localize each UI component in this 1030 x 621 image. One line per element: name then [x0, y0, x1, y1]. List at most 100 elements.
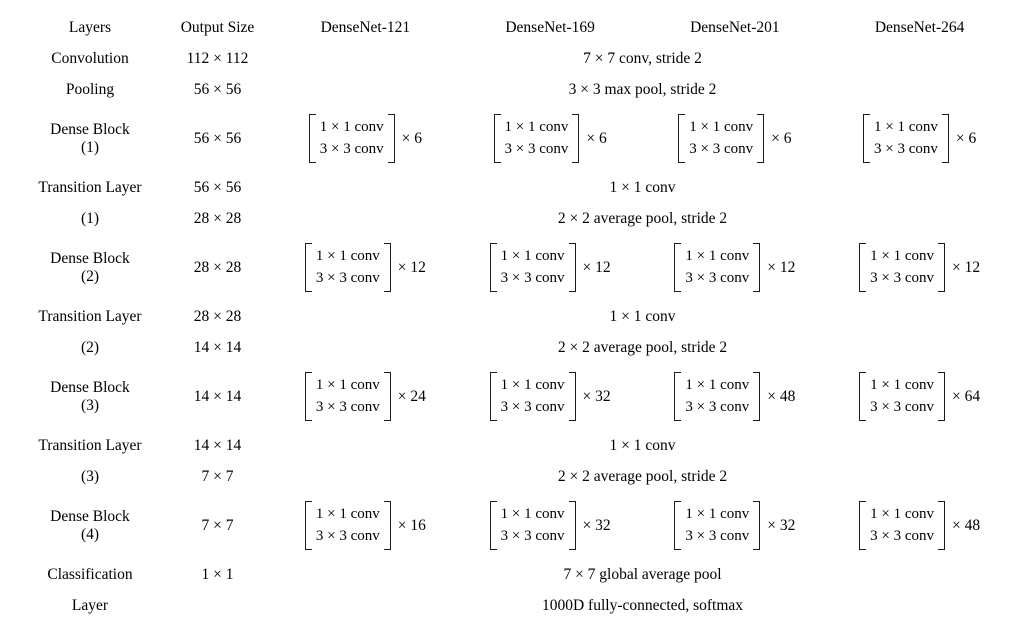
repeat-multiplier: × 6	[586, 129, 607, 147]
repeat-multiplier: × 12	[767, 258, 796, 276]
cell-output-pooling: 56 × 56	[193, 80, 242, 98]
cell-layer-transition-3-index: (3)	[80, 467, 100, 485]
cell-layer-transition-1-title: Transition Layer	[38, 178, 142, 196]
densenet-architecture-table-container: Layers Output Size DenseNet-121 DenseNet…	[18, 12, 1012, 621]
cell-output-dense-block-1: 56 × 56	[193, 129, 242, 147]
cell-output-transition-2a: 28 × 28	[193, 307, 242, 325]
dense-block-2-title: Dense Block	[50, 249, 130, 267]
repeat-multiplier: × 6	[771, 129, 792, 147]
row-dense-block-1: Dense Block (1) 56 × 56 1 × 1 conv 3 × 3…	[18, 105, 1012, 172]
cell-dense-block-4-densenet-201: 1 × 1 conv 3 × 3 conv × 32	[643, 492, 828, 559]
conv-line-1: 1 × 1 conv	[685, 248, 750, 265]
conv-line-2: 3 × 3 conv	[315, 398, 380, 415]
conv-bracket: 1 × 1 conv 3 × 3 conv	[489, 243, 576, 292]
conv-line-1: 1 × 1 conv	[500, 377, 565, 394]
repeat-multiplier: × 6	[955, 129, 977, 147]
repeat-multiplier: × 6	[401, 129, 422, 147]
cell-layer-convolution: Convolution	[51, 49, 129, 67]
conv-bracket: 1 × 1 conv 3 × 3 conv	[674, 243, 761, 292]
conv-bracket: 1 × 1 conv 3 × 3 conv	[493, 114, 580, 163]
dense-block-2-index: (2)	[80, 267, 100, 285]
dense-block-4-title: Dense Block	[50, 507, 130, 525]
row-transition-layer-1a: Transition Layer 56 × 56 1 × 1 conv	[18, 172, 1012, 203]
dense-block-1-title: Dense Block	[50, 120, 130, 138]
cell-dense-block-3-densenet-201: 1 × 1 conv 3 × 3 conv × 48	[643, 363, 828, 430]
cell-dense-block-3-densenet-121: 1 × 1 conv 3 × 3 conv × 24	[273, 363, 458, 430]
repeat-multiplier: × 32	[582, 387, 611, 405]
conv-line-1: 1 × 1 conv	[870, 248, 934, 265]
cell-dense-block-2-densenet-201: 1 × 1 conv 3 × 3 conv × 12	[643, 234, 828, 301]
repeat-multiplier: × 32	[582, 516, 611, 534]
cell-layer-dense-block-1: Dense Block (1)	[18, 105, 162, 172]
dense-block-3-title: Dense Block	[50, 378, 130, 396]
cell-output-dense-block-4: 7 × 7	[201, 516, 234, 534]
repeat-multiplier: × 16	[397, 516, 426, 534]
conv-line-2: 3 × 3 conv	[315, 527, 380, 544]
cell-dense-block-1-densenet-201: 1 × 1 conv 3 × 3 conv × 6	[643, 105, 828, 172]
repeat-multiplier: × 12	[952, 258, 981, 276]
cell-spec-classification-b: 1000D fully-connected, softmax	[541, 596, 743, 614]
header-layers: Layers	[68, 18, 112, 36]
conv-line-1: 1 × 1 conv	[500, 248, 565, 265]
cell-dense-block-1-densenet-264: 1 × 1 conv 3 × 3 conv × 6	[827, 105, 1012, 172]
header-densenet-121: DenseNet-121	[320, 18, 411, 36]
cell-layer-dense-block-2: Dense Block (2)	[18, 234, 162, 301]
dense-block-3-index: (3)	[80, 396, 100, 414]
repeat-multiplier: × 48	[767, 387, 796, 405]
cell-spec-transition-3b: 2 × 2 average pool, stride 2	[557, 467, 728, 485]
conv-line-1: 1 × 1 conv	[504, 119, 569, 136]
cell-output-dense-block-3: 14 × 14	[193, 387, 242, 405]
conv-line-1: 1 × 1 conv	[319, 119, 384, 136]
cell-layer-transition-3-title: Transition Layer	[38, 436, 142, 454]
row-transition-layer-2b: (2) 14 × 14 2 × 2 average pool, stride 2	[18, 332, 1012, 363]
cell-layer-pooling: Pooling	[65, 80, 115, 98]
cell-layer-dense-block-4: Dense Block (4)	[18, 492, 162, 559]
row-pooling: Pooling 56 × 56 3 × 3 max pool, stride 2	[18, 74, 1012, 105]
repeat-multiplier: × 12	[397, 258, 426, 276]
conv-bracket: 1 × 1 conv 3 × 3 conv	[859, 372, 945, 421]
header-densenet-201: DenseNet-201	[690, 18, 780, 36]
repeat-multiplier: × 32	[767, 516, 796, 534]
conv-line-1: 1 × 1 conv	[874, 119, 938, 136]
row-transition-layer-1b: (1) 28 × 28 2 × 2 average pool, stride 2	[18, 203, 1012, 234]
repeat-multiplier: × 12	[582, 258, 611, 276]
cell-output-transition-2b: 14 × 14	[193, 338, 242, 356]
row-classification-layer-b: Layer 1000D fully-connected, softmax	[18, 590, 1012, 621]
conv-line-2: 3 × 3 conv	[870, 398, 934, 415]
dense-block-4-index: (4)	[80, 525, 100, 543]
conv-line-2: 3 × 3 conv	[874, 140, 938, 157]
conv-bracket: 1 × 1 conv 3 × 3 conv	[304, 501, 391, 550]
cell-dense-block-2-densenet-169: 1 × 1 conv 3 × 3 conv × 12	[458, 234, 643, 301]
cell-layer-transition-1-index: (1)	[80, 209, 100, 227]
cell-spec-transition-1b: 2 × 2 average pool, stride 2	[557, 209, 728, 227]
conv-bracket: 1 × 1 conv 3 × 3 conv	[304, 243, 391, 292]
cell-dense-block-3-densenet-264: 1 × 1 conv 3 × 3 conv × 64	[827, 363, 1012, 430]
conv-bracket: 1 × 1 conv 3 × 3 conv	[859, 243, 945, 292]
cell-dense-block-4-densenet-121: 1 × 1 conv 3 × 3 conv × 16	[273, 492, 458, 559]
cell-dense-block-1-densenet-121: 1 × 1 conv 3 × 3 conv × 6	[273, 105, 458, 172]
conv-line-2: 3 × 3 conv	[500, 269, 565, 286]
cell-dense-block-1-densenet-169: 1 × 1 conv 3 × 3 conv × 6	[458, 105, 643, 172]
repeat-multiplier: × 64	[952, 387, 981, 405]
conv-line-2: 3 × 3 conv	[870, 269, 934, 286]
cell-dense-block-4-densenet-169: 1 × 1 conv 3 × 3 conv × 32	[458, 492, 643, 559]
cell-layer-transition-2-index: (2)	[80, 338, 100, 356]
cell-dense-block-3-densenet-169: 1 × 1 conv 3 × 3 conv × 32	[458, 363, 643, 430]
cell-layer-classification-subtitle: Layer	[71, 596, 109, 614]
cell-output-classification-a: 1 × 1	[201, 565, 234, 583]
table-header-row: Layers Output Size DenseNet-121 DenseNet…	[18, 12, 1012, 43]
conv-line-2: 3 × 3 conv	[870, 527, 934, 544]
conv-line-1: 1 × 1 conv	[685, 506, 750, 523]
conv-line-2: 3 × 3 conv	[685, 527, 750, 544]
conv-bracket: 1 × 1 conv 3 × 3 conv	[678, 114, 765, 163]
row-dense-block-4: Dense Block (4) 7 × 7 1 × 1 conv 3 × 3 c…	[18, 492, 1012, 559]
conv-bracket: 1 × 1 conv 3 × 3 conv	[489, 501, 576, 550]
header-output-size: Output Size	[180, 18, 255, 36]
conv-bracket: 1 × 1 conv 3 × 3 conv	[859, 501, 945, 550]
cell-output-classification-b	[162, 590, 273, 621]
cell-output-dense-block-2: 28 × 28	[193, 258, 242, 276]
conv-line-2: 3 × 3 conv	[319, 140, 384, 157]
row-transition-layer-3b: (3) 7 × 7 2 × 2 average pool, stride 2	[18, 461, 1012, 492]
conv-bracket: 1 × 1 conv 3 × 3 conv	[304, 372, 391, 421]
conv-bracket: 1 × 1 conv 3 × 3 conv	[308, 114, 395, 163]
